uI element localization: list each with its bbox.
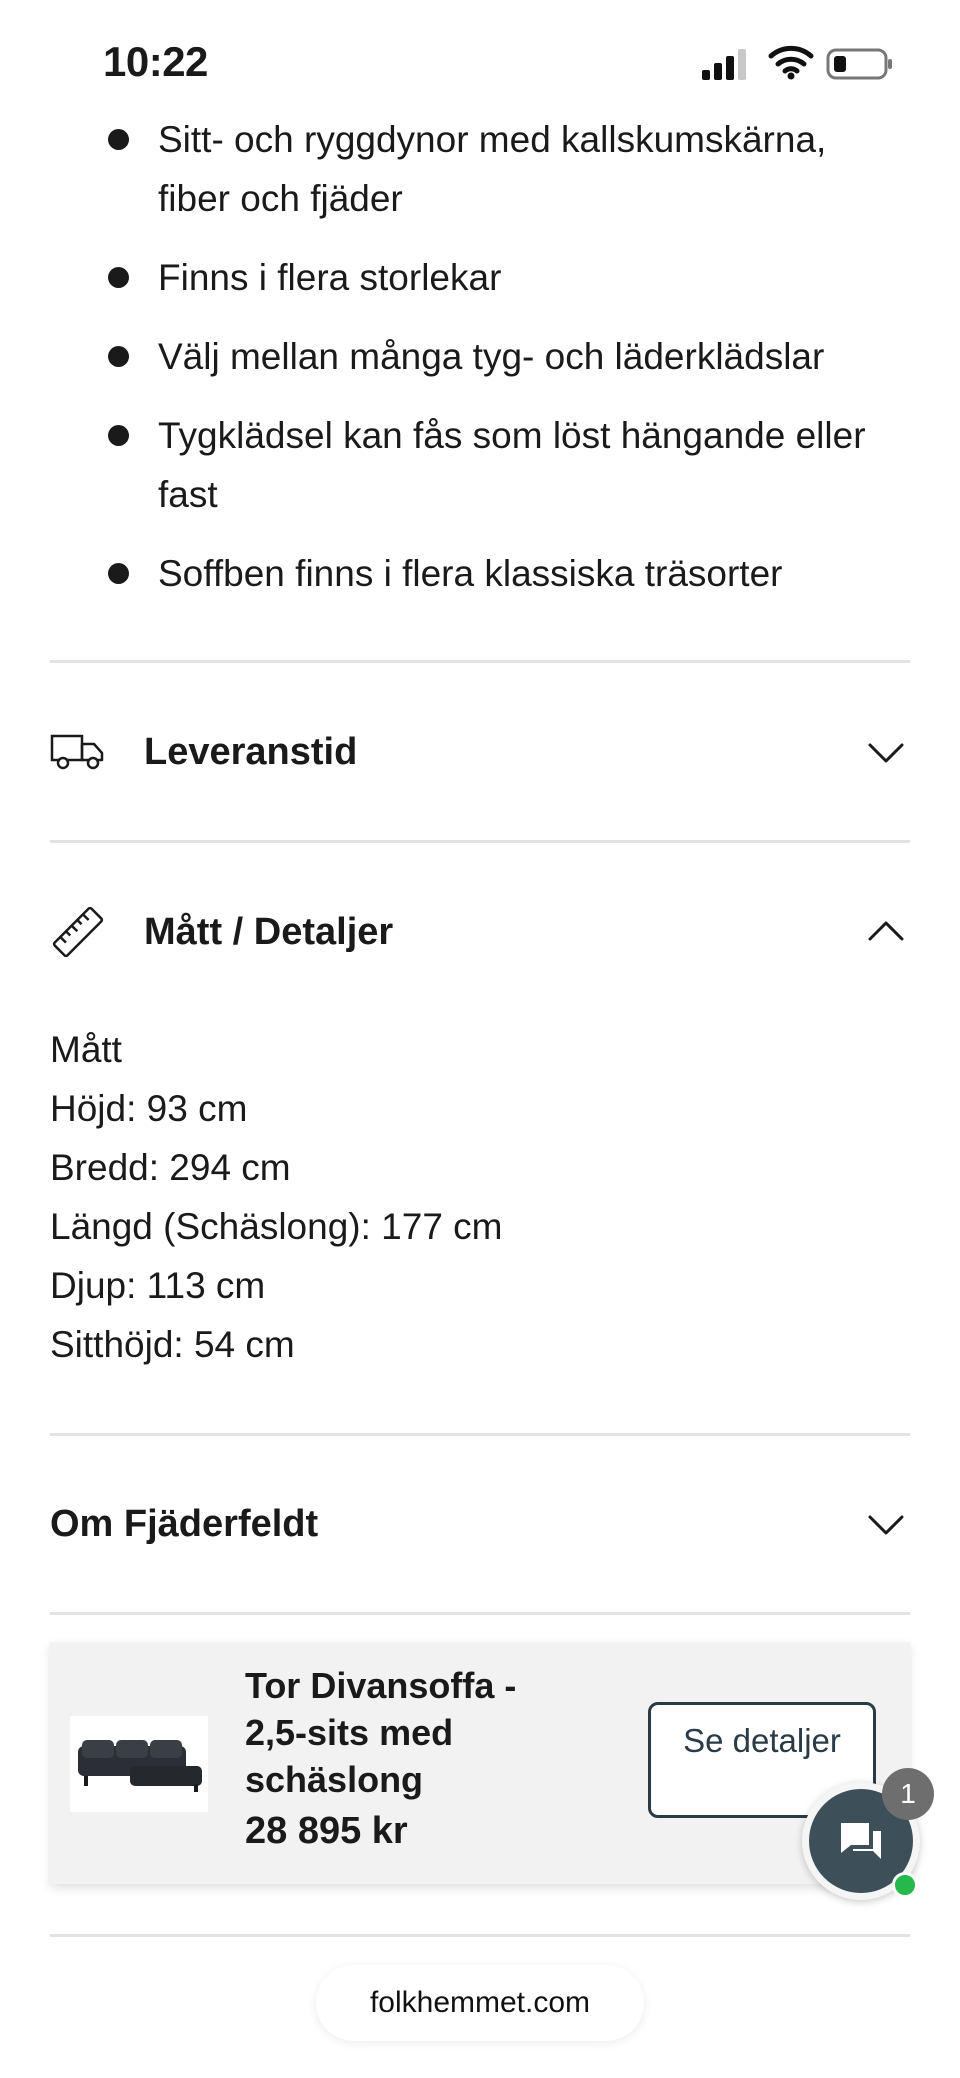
divider (50, 1612, 910, 1615)
feature-text: Finns i flera storlekar (158, 257, 502, 298)
detail-line: Bredd: 294 cm (50, 1147, 291, 1188)
wifi-icon (768, 45, 814, 80)
divider (50, 1433, 910, 1436)
product-price: 28 895 kr (245, 1810, 408, 1852)
status-time: 10:22 (103, 38, 208, 85)
feature-text: Tygklädsel kan fås som löst hängande ell… (158, 415, 866, 515)
divider (50, 840, 910, 843)
accordion-title: Om Fjäderfeldt (50, 1502, 319, 1545)
feature-item: Tygklädsel kan fås som löst hängande ell… (100, 406, 900, 524)
bullet-icon (108, 425, 129, 446)
online-status-icon (892, 1872, 918, 1898)
detail-line: Höjd: 93 cm (50, 1088, 248, 1129)
browser-url-bar[interactable]: folkhemmet.com (316, 1965, 644, 2041)
bullet-icon (108, 267, 129, 288)
status-bar: 10:22 (0, 0, 960, 120)
chat-notification-badge: 1 (882, 1768, 934, 1820)
feature-text: Soffben finns i flera klassiska träsorte… (158, 553, 783, 594)
product-name: Tor Divansoffa - 2,5-sits med schäslong (245, 1665, 517, 1800)
detail-line: Längd (Schäslong): 177 cm (50, 1206, 503, 1247)
product-image[interactable] (70, 1716, 208, 1812)
sticky-product-card: Tor Divansoffa - 2,5-sits med schäslong … (50, 1642, 910, 1884)
bullet-icon (108, 346, 129, 367)
details-heading: Mått (50, 1029, 122, 1070)
feature-text: Välj mellan många tyg- och läderklädslar (158, 336, 825, 377)
feature-item: Finns i flera storlekar (100, 248, 900, 307)
accordion-delivery[interactable]: Leveranstid (50, 692, 910, 812)
chevron-down-icon (868, 1515, 904, 1535)
chevron-up-icon (868, 921, 904, 941)
detail-line: Djup: 113 cm (50, 1265, 266, 1306)
bullet-icon (108, 129, 129, 150)
bullet-icon (108, 563, 129, 584)
chevron-down-icon (868, 743, 904, 763)
chat-icon (841, 1823, 881, 1859)
accordion-dimensions[interactable]: Mått / Detaljer (50, 872, 910, 992)
cellular-signal-icon (702, 49, 746, 80)
feature-list: Sitt- och ryggdynor med kallskumskärna, … (100, 110, 900, 623)
dimensions-details: Mått Höjd: 93 cm Bredd: 294 cm Längd (Sc… (50, 1020, 750, 1374)
accordion-title: Mått / Detaljer (144, 910, 394, 953)
divider (50, 660, 910, 663)
accordion-brand[interactable]: Om Fjäderfeldt (50, 1464, 910, 1584)
feature-item: Sitt- och ryggdynor med kallskumskärna, … (100, 110, 900, 228)
detail-line: Sitthöjd: 54 cm (50, 1324, 295, 1365)
accordion-title: Leveranstid (144, 730, 358, 773)
divider (50, 1934, 910, 1937)
feature-item: Soffben finns i flera klassiska träsorte… (100, 544, 900, 603)
truck-icon (50, 724, 106, 780)
ruler-icon (50, 904, 106, 960)
feature-text: Sitt- och ryggdynor med kallskumskärna, … (158, 119, 827, 219)
feature-item: Välj mellan många tyg- och läderklädslar (100, 327, 900, 386)
battery-icon (826, 48, 892, 80)
